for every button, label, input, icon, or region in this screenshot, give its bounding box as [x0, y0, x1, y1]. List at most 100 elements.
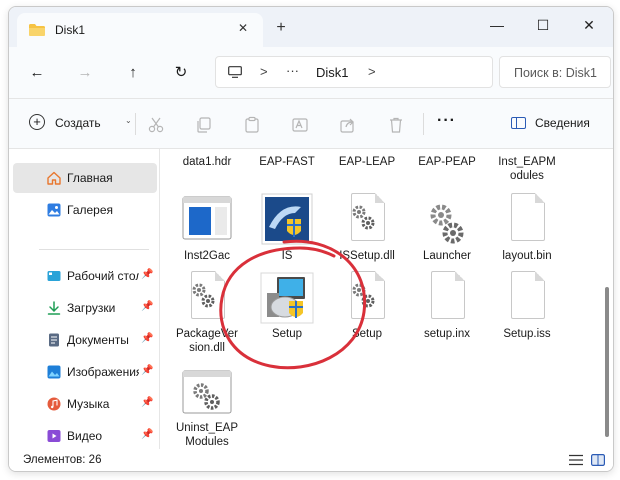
- setup-installer-icon: [260, 272, 314, 324]
- share-icon[interactable]: [339, 116, 357, 134]
- title-bar: Disk1 ✕ + — ☐ ✕: [9, 7, 613, 47]
- file-item[interactable]: EAP-LEAP: [327, 149, 407, 189]
- file-name: EAP-FAST: [259, 156, 315, 168]
- videos-icon: [47, 430, 61, 442]
- file-item[interactable]: Setup: [327, 271, 407, 361]
- cut-icon[interactable]: [147, 116, 165, 134]
- file-name: Setup: [351, 328, 383, 340]
- home-icon: [47, 171, 61, 185]
- plus-icon: +: [29, 114, 45, 130]
- minimize-button[interactable]: —: [485, 15, 509, 35]
- command-bar: + Создать ⌄ ··· Сведения: [9, 99, 613, 149]
- details-label: Сведения: [535, 116, 590, 130]
- downloads-icon: [47, 301, 61, 315]
- pin-icon[interactable]: 📌: [141, 269, 153, 280]
- breadcrumb-separator[interactable]: >: [260, 64, 268, 79]
- forward-button[interactable]: →: [75, 63, 95, 83]
- file-item[interactable]: Setup: [247, 271, 327, 361]
- file-item[interactable]: EAP-FAST: [247, 149, 327, 189]
- create-label: Создать: [55, 116, 101, 130]
- sidebar-item-pictures[interactable]: Изображения 📌: [13, 357, 157, 387]
- refresh-button[interactable]: ↻: [171, 63, 191, 83]
- file-name: PackageVer sion.dll: [175, 328, 238, 354]
- delete-icon[interactable]: [387, 116, 405, 134]
- dll-file-icon: [185, 271, 229, 323]
- sidebar-item-label: Изображения: [67, 365, 139, 379]
- file-name: data1.hdr: [182, 156, 232, 168]
- gears-icon: [430, 204, 464, 244]
- file-name: Uninst_EAP Modules: [175, 422, 238, 448]
- gears-icon: [352, 283, 375, 308]
- sidebar-item-gallery[interactable]: Галерея: [13, 195, 157, 225]
- breadcrumb-overflow[interactable]: ···: [286, 63, 299, 78]
- pin-icon[interactable]: 📌: [141, 429, 153, 440]
- sidebar-item-downloads[interactable]: Загрузки 📌: [13, 293, 157, 323]
- gears-icon: [192, 283, 215, 308]
- sidebar-item-documents[interactable]: Документы 📌: [13, 325, 157, 355]
- file-item[interactable]: Inst_EAPM odules: [487, 149, 567, 189]
- computer-icon: [228, 66, 242, 78]
- new-tab-button[interactable]: +: [273, 20, 289, 36]
- setup-app-icon: [182, 370, 232, 414]
- chevron-down-icon: ⌄: [125, 116, 132, 125]
- details-pane-icon: [511, 117, 526, 129]
- close-tab-icon[interactable]: ✕: [235, 20, 251, 36]
- back-button[interactable]: ←: [27, 63, 47, 83]
- sidebar-item-desktop[interactable]: Рабочий стол 📌: [13, 261, 157, 291]
- up-button[interactable]: ↑: [123, 63, 143, 83]
- file-icon: [425, 271, 469, 323]
- sidebar-item-label: Рабочий стол: [67, 269, 139, 283]
- window-app-icon: [182, 196, 232, 240]
- file-item[interactable]: layout.bin: [487, 193, 567, 267]
- file-name: EAP-LEAP: [338, 156, 396, 168]
- sidebar-item-label: Галерея: [67, 203, 114, 217]
- file-item[interactable]: data1.hdr: [167, 149, 247, 189]
- sidebar-item-label: Загрузки: [67, 301, 116, 315]
- file-name: EAP-PEAP: [418, 156, 476, 168]
- breadcrumb-separator[interactable]: >: [368, 64, 376, 79]
- file-item[interactable]: setup.inx: [407, 271, 487, 361]
- file-name: Launcher: [423, 250, 471, 262]
- sidebar-item-music[interactable]: Музыка 📌: [13, 389, 157, 419]
- music-icon: [47, 397, 61, 411]
- pin-icon[interactable]: 📌: [141, 365, 153, 376]
- more-options-icon[interactable]: ···: [437, 112, 456, 130]
- details-view-icon[interactable]: [569, 454, 583, 466]
- rename-icon[interactable]: [291, 116, 309, 134]
- toolbar-divider: [135, 113, 136, 135]
- pin-icon[interactable]: 📌: [141, 301, 153, 312]
- file-name: Inst2Gac: [183, 250, 231, 262]
- large-icons-view-icon[interactable]: [591, 454, 605, 466]
- vertical-scrollbar[interactable]: [605, 157, 609, 447]
- sidebar-item-home[interactable]: Главная: [13, 163, 157, 193]
- maximize-button[interactable]: ☐: [531, 15, 555, 35]
- tab-disk1[interactable]: Disk1 ✕: [17, 13, 263, 47]
- sidebar-item-videos[interactable]: Видео 📌: [13, 421, 157, 451]
- file-item[interactable]: Inst2Gac: [167, 193, 247, 267]
- file-item[interactable]: Launcher: [407, 193, 487, 267]
- file-item[interactable]: IS: [247, 193, 327, 267]
- pane-splitter[interactable]: [159, 149, 160, 449]
- toolbar-divider: [423, 113, 424, 135]
- gears-icon: [352, 205, 375, 230]
- file-item[interactable]: EAP-PEAP: [407, 149, 487, 189]
- copy-icon[interactable]: [195, 116, 213, 134]
- pin-icon[interactable]: 📌: [141, 333, 153, 344]
- status-bar: Элементов: 26: [9, 449, 613, 471]
- file-item[interactable]: PackageVer sion.dll: [167, 271, 247, 361]
- file-icon: [505, 193, 549, 245]
- address-bar[interactable]: > ··· Disk1 >: [215, 56, 493, 88]
- dll-file-icon: [345, 271, 389, 323]
- dll-file-icon: [345, 193, 389, 245]
- paste-icon[interactable]: [243, 116, 261, 134]
- scrollbar-thumb[interactable]: [605, 287, 609, 437]
- search-input[interactable]: Поиск в: Disk1: [499, 56, 611, 88]
- close-window-button[interactable]: ✕: [577, 15, 601, 35]
- pin-icon[interactable]: 📌: [141, 397, 153, 408]
- breadcrumb-disk1[interactable]: Disk1: [316, 65, 349, 80]
- file-icon: [505, 271, 549, 323]
- file-item[interactable]: Setup.iss: [487, 271, 567, 361]
- file-item[interactable]: ISSetup.dll: [327, 193, 407, 267]
- file-grid: data1.hdr EAP-FAST EAP-LEAP EAP-PEAP Ins…: [161, 149, 601, 449]
- file-item[interactable]: Uninst_EAP Modules: [167, 365, 247, 449]
